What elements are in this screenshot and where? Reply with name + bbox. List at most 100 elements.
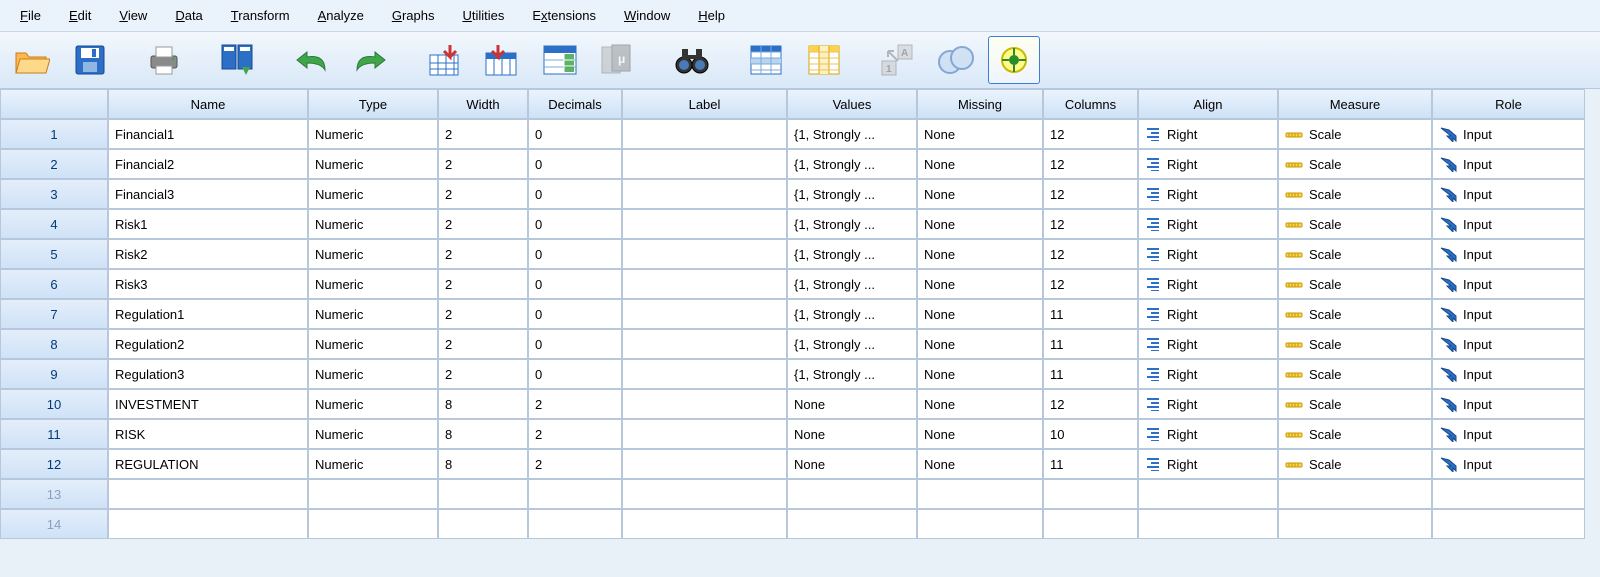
row-header[interactable]: 4	[0, 209, 108, 239]
cell-name[interactable]: Risk1	[108, 209, 308, 239]
cell-label[interactable]	[622, 329, 787, 359]
menu-transform[interactable]: Transform	[219, 4, 302, 27]
cell-align[interactable]: Right	[1138, 389, 1278, 419]
cell-values[interactable]: {1, Strongly ...	[787, 269, 917, 299]
cell-missing[interactable]: None	[917, 149, 1043, 179]
cell-name[interactable]: RISK	[108, 419, 308, 449]
cell-align[interactable]: Right	[1138, 269, 1278, 299]
cell-width[interactable]: 2	[438, 269, 528, 299]
cell-role[interactable]: Input	[1432, 299, 1585, 329]
cell-empty[interactable]	[1043, 509, 1138, 539]
cell-decimals[interactable]: 0	[528, 179, 622, 209]
cell-empty[interactable]	[528, 509, 622, 539]
cell-decimals[interactable]: 2	[528, 389, 622, 419]
cell-empty[interactable]	[438, 509, 528, 539]
cell-missing[interactable]: None	[917, 119, 1043, 149]
cell-role[interactable]: Input	[1432, 449, 1585, 479]
cell-align[interactable]: Right	[1138, 239, 1278, 269]
cell-name[interactable]: Financial2	[108, 149, 308, 179]
cell-width[interactable]: 2	[438, 209, 528, 239]
split-file-button[interactable]: A1	[872, 36, 924, 84]
corner-cell[interactable]	[0, 89, 108, 119]
variables-button[interactable]	[534, 36, 586, 84]
redo-button[interactable]	[344, 36, 396, 84]
cell-decimals[interactable]: 0	[528, 119, 622, 149]
cell-label[interactable]	[622, 269, 787, 299]
cell-name[interactable]: Regulation3	[108, 359, 308, 389]
cell-values[interactable]: {1, Strongly ...	[787, 209, 917, 239]
menu-file[interactable]: File	[8, 4, 53, 27]
cell-measure[interactable]: Scale	[1278, 359, 1432, 389]
undo-button[interactable]	[286, 36, 338, 84]
cell-name[interactable]: Regulation2	[108, 329, 308, 359]
cell-name[interactable]: Risk2	[108, 239, 308, 269]
cell-role[interactable]: Input	[1432, 329, 1585, 359]
cell-values[interactable]: {1, Strongly ...	[787, 179, 917, 209]
cell-columns[interactable]: 11	[1043, 299, 1138, 329]
cell-role[interactable]: Input	[1432, 269, 1585, 299]
cell-measure[interactable]: Scale	[1278, 239, 1432, 269]
cell-type[interactable]: Numeric	[308, 239, 438, 269]
cell-measure[interactable]: Scale	[1278, 449, 1432, 479]
cell-align[interactable]: Right	[1138, 179, 1278, 209]
cell-width[interactable]: 8	[438, 389, 528, 419]
cell-width[interactable]: 2	[438, 119, 528, 149]
column-header-decimals[interactable]: Decimals	[528, 89, 622, 119]
cell-decimals[interactable]: 0	[528, 239, 622, 269]
row-header[interactable]: 9	[0, 359, 108, 389]
cell-type[interactable]: Numeric	[308, 149, 438, 179]
cell-decimals[interactable]: 0	[528, 209, 622, 239]
cell-decimals[interactable]: 0	[528, 269, 622, 299]
cell-columns[interactable]: 11	[1043, 359, 1138, 389]
column-header-align[interactable]: Align	[1138, 89, 1278, 119]
cell-width[interactable]: 2	[438, 359, 528, 389]
row-header[interactable]: 7	[0, 299, 108, 329]
cell-columns[interactable]: 12	[1043, 269, 1138, 299]
cell-label[interactable]	[622, 389, 787, 419]
cell-align[interactable]: Right	[1138, 449, 1278, 479]
menu-data[interactable]: Data	[163, 4, 214, 27]
row-header-empty[interactable]: 13	[0, 479, 108, 509]
cell-role[interactable]: Input	[1432, 149, 1585, 179]
cell-decimals[interactable]: 2	[528, 449, 622, 479]
cell-measure[interactable]: Scale	[1278, 119, 1432, 149]
column-header-role[interactable]: Role	[1432, 89, 1585, 119]
cell-missing[interactable]: None	[917, 329, 1043, 359]
cell-values[interactable]: None	[787, 449, 917, 479]
compute-button[interactable]: μ	[592, 36, 644, 84]
cell-type[interactable]: Numeric	[308, 209, 438, 239]
row-header[interactable]: 1	[0, 119, 108, 149]
menu-utilities[interactable]: Utilities	[450, 4, 516, 27]
cell-columns[interactable]: 12	[1043, 149, 1138, 179]
column-header-measure[interactable]: Measure	[1278, 89, 1432, 119]
cell-columns[interactable]: 11	[1043, 329, 1138, 359]
row-header-empty[interactable]: 14	[0, 509, 108, 539]
cell-width[interactable]: 2	[438, 239, 528, 269]
cell-align[interactable]: Right	[1138, 209, 1278, 239]
cell-decimals[interactable]: 0	[528, 149, 622, 179]
cell-missing[interactable]: None	[917, 269, 1043, 299]
cell-width[interactable]: 2	[438, 149, 528, 179]
cell-type[interactable]: Numeric	[308, 119, 438, 149]
cell-role[interactable]: Input	[1432, 119, 1585, 149]
cell-label[interactable]	[622, 419, 787, 449]
cell-values[interactable]: {1, Strongly ...	[787, 359, 917, 389]
cell-missing[interactable]: None	[917, 299, 1043, 329]
goto-case-button[interactable]	[418, 36, 470, 84]
cell-columns[interactable]: 10	[1043, 419, 1138, 449]
cell-values[interactable]: {1, Strongly ...	[787, 239, 917, 269]
cell-values[interactable]: {1, Strongly ...	[787, 299, 917, 329]
column-header-columns[interactable]: Columns	[1043, 89, 1138, 119]
menu-extensions[interactable]: Extensions	[520, 4, 608, 27]
row-header[interactable]: 2	[0, 149, 108, 179]
cell-columns[interactable]: 12	[1043, 239, 1138, 269]
find-button[interactable]	[666, 36, 718, 84]
row-header[interactable]: 8	[0, 329, 108, 359]
cell-type[interactable]: Numeric	[308, 299, 438, 329]
cell-columns[interactable]: 12	[1043, 389, 1138, 419]
menu-graphs[interactable]: Graphs	[380, 4, 447, 27]
cell-width[interactable]: 2	[438, 179, 528, 209]
row-header[interactable]: 6	[0, 269, 108, 299]
row-header[interactable]: 10	[0, 389, 108, 419]
cell-role[interactable]: Input	[1432, 389, 1585, 419]
